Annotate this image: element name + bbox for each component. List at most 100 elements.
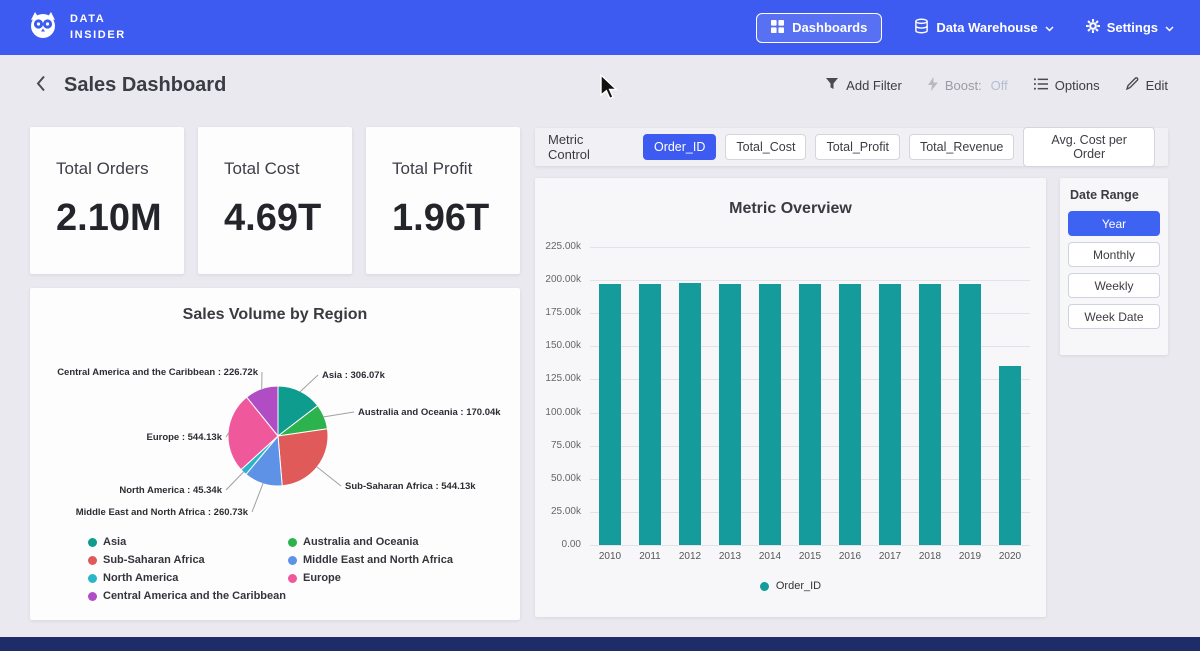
- metric-control-bar: Metric Control Order_ID Total_Cost Total…: [535, 128, 1168, 166]
- legend-dot: [88, 556, 97, 565]
- edit-button[interactable]: Edit: [1126, 77, 1168, 93]
- options-label: Options: [1055, 78, 1100, 93]
- add-filter-button[interactable]: Add Filter: [825, 77, 902, 93]
- chevron-down-icon: [1165, 20, 1174, 35]
- pie-label: Asia : 306.07k: [322, 370, 386, 381]
- legend-dot: [288, 556, 297, 565]
- legend-dot: [288, 538, 297, 547]
- pie-legend-label: Sub-Saharan Africa: [103, 554, 205, 566]
- bar-mark: [999, 366, 1021, 545]
- boost-value: Off: [991, 78, 1008, 93]
- pie-label-line: [300, 375, 318, 392]
- date-range-label: Date Range: [1070, 188, 1160, 202]
- boost-toggle[interactable]: Boost: Off: [928, 77, 1008, 94]
- page-title: Sales Dashboard: [64, 74, 226, 97]
- grid-line: [590, 247, 1030, 248]
- metric-button-order-id[interactable]: Order_ID: [643, 134, 716, 160]
- pie-legend-item[interactable]: Sub-Saharan Africa: [88, 554, 288, 566]
- bar-legend[interactable]: Order_ID: [535, 580, 1046, 592]
- y-axis-tick-label: 0.00: [535, 539, 581, 550]
- data-warehouse-label: Data Warehouse: [936, 20, 1037, 35]
- edit-label: Edit: [1146, 78, 1168, 93]
- kpi-label: Total Cost: [224, 159, 352, 179]
- y-axis-tick-label: 25.00k: [535, 506, 581, 517]
- pie-legend-item[interactable]: Australia and Oceania: [288, 536, 488, 548]
- metric-button-total-cost[interactable]: Total_Cost: [725, 134, 806, 160]
- chevron-down-icon: [1045, 20, 1054, 35]
- kpi-value: 2.10M: [56, 197, 184, 240]
- bar-mark: [879, 284, 901, 545]
- x-axis-tick-label: 2014: [750, 551, 790, 562]
- bar-mark: [839, 284, 861, 545]
- y-axis-tick-label: 50.00k: [535, 473, 581, 484]
- pie-legend-label: Middle East and North Africa: [303, 554, 453, 566]
- pie-label: Europe : 544.13k: [146, 432, 222, 443]
- y-axis-tick-label: 125.00k: [535, 373, 581, 384]
- y-axis-tick-label: 75.00k: [535, 440, 581, 451]
- dashboards-button[interactable]: Dashboards: [756, 13, 882, 43]
- bar-mark: [799, 284, 821, 545]
- y-axis-tick-label: 225.00k: [535, 241, 581, 252]
- legend-dot: [88, 538, 97, 547]
- y-axis-tick-label: 175.00k: [535, 307, 581, 318]
- gear-icon: [1086, 19, 1100, 36]
- bar-mark: [759, 284, 781, 545]
- brand-text: DATA INSIDER: [70, 12, 126, 43]
- pie-legend-label: Europe: [303, 572, 341, 584]
- legend-dot: [88, 574, 97, 583]
- bar-mark: [959, 284, 981, 545]
- y-axis-tick-label: 150.00k: [535, 340, 581, 351]
- date-button-year[interactable]: Year: [1068, 211, 1160, 236]
- pie-legend-item[interactable]: North America: [88, 572, 288, 584]
- kpi-value: 4.69T: [224, 197, 352, 240]
- pie-legend-col-1: Asia Sub-Saharan Africa North America Centr…: [88, 536, 288, 608]
- pie-legend-label: Central America and the Caribbean: [103, 590, 286, 602]
- settings-menu[interactable]: Settings: [1086, 19, 1174, 36]
- header-actions: Add Filter Boost: Off Options Edit: [825, 77, 1168, 94]
- pie-legend-item[interactable]: Central America and the Caribbean: [88, 590, 288, 602]
- pencil-icon: [1126, 77, 1139, 93]
- metric-button-avg-cost-per-order[interactable]: Avg. Cost per Order: [1023, 127, 1155, 167]
- date-button-week-date[interactable]: Week Date: [1068, 304, 1160, 329]
- back-button[interactable]: [32, 71, 50, 99]
- kpi-card-total-cost: Total Cost 4.69T: [198, 127, 352, 274]
- pie-legend-label: Asia: [103, 536, 126, 548]
- pie-legend-item[interactable]: Middle East and North Africa: [288, 554, 488, 566]
- x-axis-tick-label: 2017: [870, 551, 910, 562]
- database-icon: [914, 18, 929, 37]
- data-warehouse-menu[interactable]: Data Warehouse: [914, 18, 1053, 37]
- x-axis-tick-label: 2018: [910, 551, 950, 562]
- screen: DATA INSIDER Dashboards Data Warehouse: [0, 0, 1200, 651]
- x-axis-tick-label: 2013: [710, 551, 750, 562]
- pie-legend-item[interactable]: Asia: [88, 536, 288, 548]
- date-button-monthly[interactable]: Monthly: [1068, 242, 1160, 267]
- x-axis-tick-label: 2011: [630, 551, 670, 562]
- metric-button-total-profit[interactable]: Total_Profit: [815, 134, 900, 160]
- bar-chart: 0.0025.00k50.00k75.00k100.00k125.00k150.…: [535, 178, 1046, 617]
- boost-bolt-icon: [928, 77, 938, 94]
- pie-legend-col-2: Australia and Oceania Middle East and Nor…: [288, 536, 488, 608]
- x-axis-tick-label: 2012: [670, 551, 710, 562]
- metric-button-total-revenue[interactable]: Total_Revenue: [909, 134, 1014, 160]
- pie-label: Sub-Saharan Africa : 544.13k: [345, 481, 476, 492]
- sales-volume-card: Sales Volume by Region Asia : 306.07k Aus…: [30, 288, 520, 620]
- dashboards-grid-icon: [771, 20, 784, 36]
- options-list-icon: [1034, 78, 1048, 93]
- pie-legend: Asia Sub-Saharan Africa North America Centr…: [88, 536, 488, 608]
- bar-mark: [599, 284, 621, 545]
- dashboards-label: Dashboards: [792, 20, 867, 35]
- bar-mark: [719, 284, 741, 545]
- kpi-card-total-profit: Total Profit 1.96T: [366, 127, 520, 274]
- date-button-weekly[interactable]: Weekly: [1068, 273, 1160, 298]
- footer-bar: [0, 637, 1200, 651]
- chevron-left-icon: [36, 75, 46, 95]
- pie-title: Sales Volume by Region: [30, 306, 520, 324]
- page-header: Sales Dashboard Add Filter Boost: Off Op…: [0, 55, 1200, 115]
- pie-label: Middle East and North Africa : 260.73k: [76, 507, 249, 518]
- metric-control-label: Metric Control: [548, 132, 628, 162]
- pie-label-line: [323, 412, 354, 417]
- grid-line: [590, 545, 1030, 546]
- brand[interactable]: DATA INSIDER: [26, 10, 126, 45]
- pie-legend-item[interactable]: Europe: [288, 572, 488, 584]
- options-button[interactable]: Options: [1034, 78, 1100, 93]
